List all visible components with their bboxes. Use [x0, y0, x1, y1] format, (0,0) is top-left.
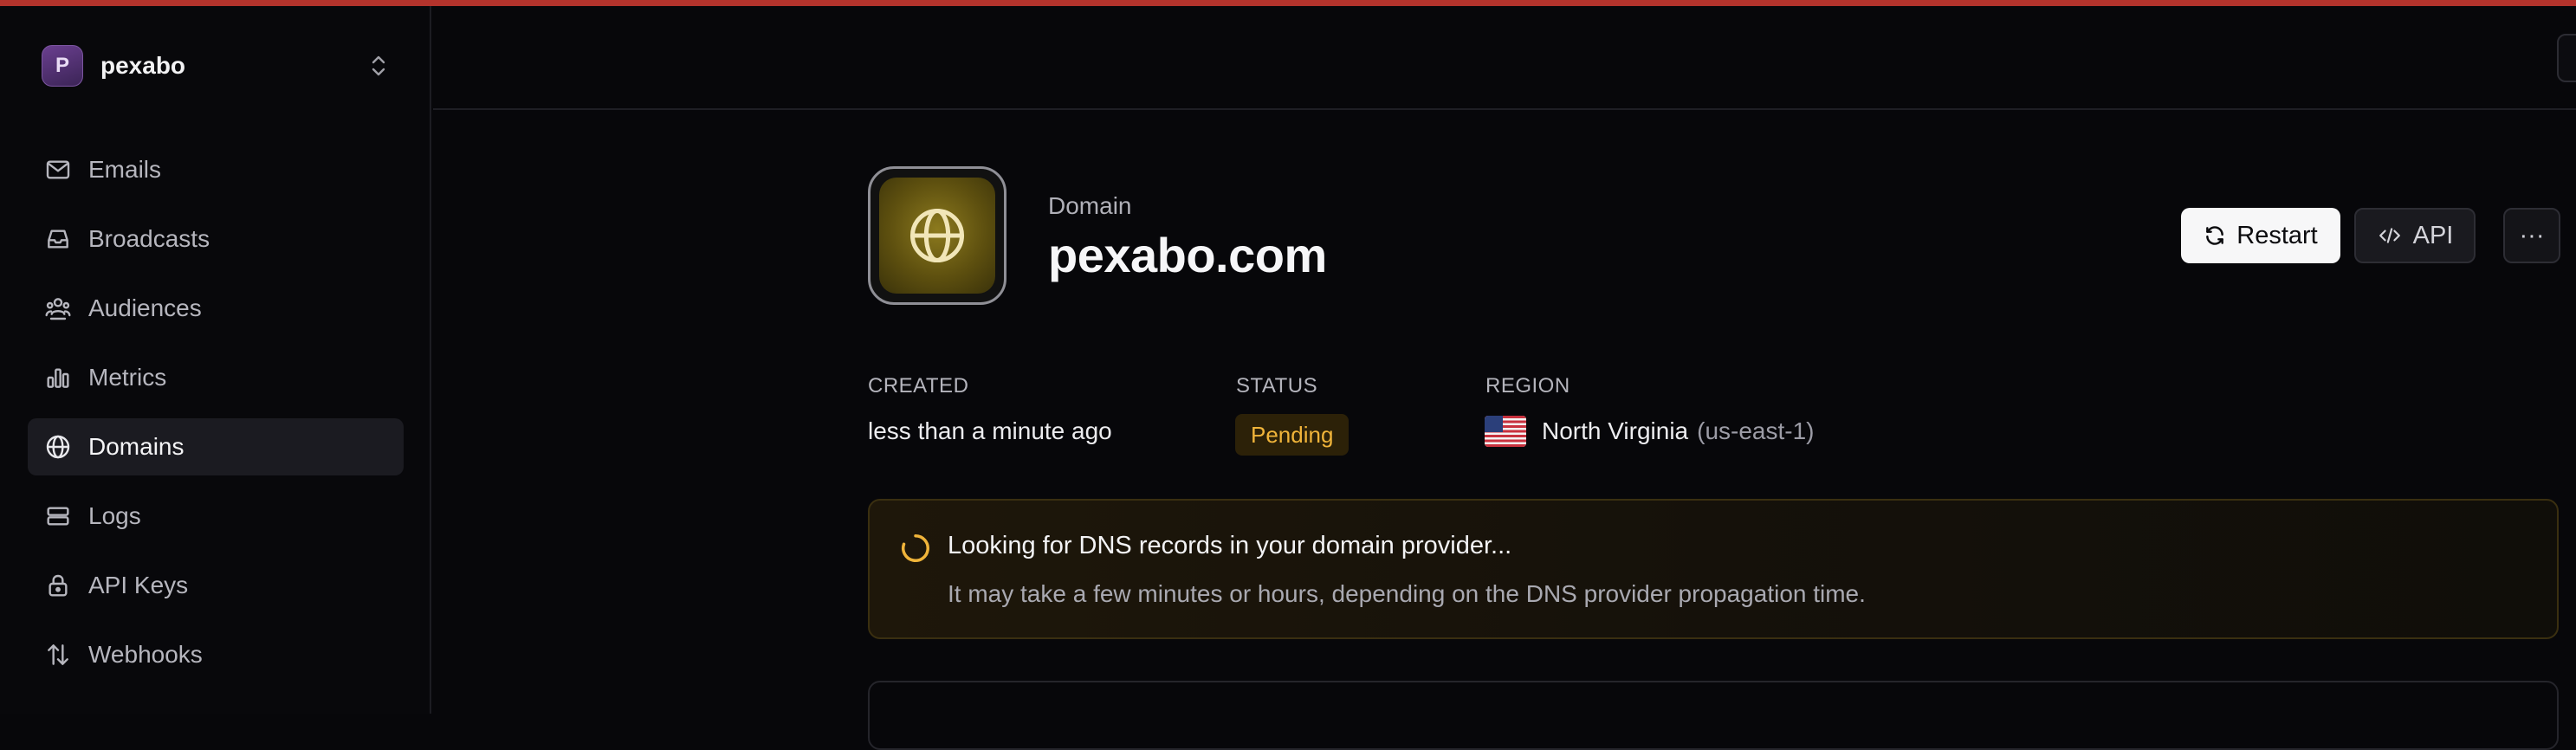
sidebar-item-logs[interactable]: Logs [28, 488, 404, 545]
bar-chart-icon [43, 363, 73, 392]
mail-icon [43, 155, 73, 184]
region-value: North Virginia (us-east-1) [1485, 416, 1815, 447]
header-corner-button[interactable] [2557, 34, 2576, 82]
page-title: pexabo.com [1048, 228, 1327, 282]
us-flag-icon [1485, 416, 1526, 447]
region-code: (us-east-1) [1697, 417, 1815, 444]
sidebar-item-label: Audiences [88, 294, 202, 321]
domain-logo [868, 166, 1006, 305]
region-label: REGION [1485, 374, 1570, 398]
users-icon [43, 294, 73, 323]
notice-title: Looking for DNS records in your domain p… [948, 532, 1512, 559]
inbox-icon [43, 224, 73, 254]
restart-label: Restart [2236, 221, 2318, 249]
globe-icon [909, 208, 965, 263]
globe-icon [43, 432, 73, 462]
spinner-icon [902, 534, 929, 562]
dns-records-card [868, 681, 2559, 750]
sidebar-item-label: Logs [88, 502, 141, 529]
sidebar-item-label: Emails [88, 156, 162, 183]
notice-description: It may take a few minutes or hours, depe… [948, 580, 1866, 607]
region-name: North Virginia [1542, 417, 1689, 444]
arrows-icon [43, 640, 73, 669]
sidebar: P pexabo Emails Broadcasts Audiences Met… [0, 6, 431, 714]
workspace-name: pexabo [100, 52, 186, 79]
more-icon: ··· [2519, 221, 2545, 249]
workspace-switcher[interactable]: P pexabo [42, 41, 392, 91]
dns-lookup-notice: Looking for DNS records in your domain p… [868, 499, 2559, 639]
sidebar-item-domains[interactable]: Domains [28, 418, 404, 475]
status-label: STATUS [1236, 374, 1318, 398]
sidebar-item-label: Domains [88, 433, 184, 460]
sidebar-item-webhooks[interactable]: Webhooks [28, 626, 404, 683]
more-options-button[interactable]: ··· [2503, 208, 2560, 263]
restart-button[interactable]: Restart [2181, 208, 2340, 263]
sidebar-nav: Emails Broadcasts Audiences Metrics Doma… [28, 141, 404, 695]
sidebar-item-label: Metrics [88, 364, 167, 391]
chevron-up-down-icon[interactable] [366, 48, 392, 83]
sidebar-item-audiences[interactable]: Audiences [28, 280, 404, 337]
sidebar-item-label: Broadcasts [88, 225, 210, 252]
sidebar-item-broadcasts[interactable]: Broadcasts [28, 210, 404, 268]
api-button[interactable]: API [2354, 208, 2476, 263]
workspace-avatar: P [42, 45, 83, 87]
sidebar-item-api-keys[interactable]: API Keys [28, 557, 404, 614]
page-kicker: Domain [1048, 192, 1132, 219]
refresh-icon [2206, 226, 2224, 245]
api-label: API [2412, 221, 2454, 249]
sidebar-item-label: Webhooks [88, 641, 203, 668]
sidebar-item-emails[interactable]: Emails [28, 141, 404, 198]
sidebar-item-label: API Keys [88, 572, 189, 598]
created-value: less than a minute ago [868, 417, 1112, 444]
lock-icon [43, 571, 73, 600]
sidebar-item-metrics[interactable]: Metrics [28, 349, 404, 406]
main-header-bar [433, 6, 2576, 110]
code-icon [2379, 228, 2400, 243]
list-icon [43, 501, 73, 531]
top-accent-bar [0, 0, 2576, 6]
created-label: CREATED [868, 374, 969, 398]
status-badge: Pending [1235, 414, 1349, 456]
